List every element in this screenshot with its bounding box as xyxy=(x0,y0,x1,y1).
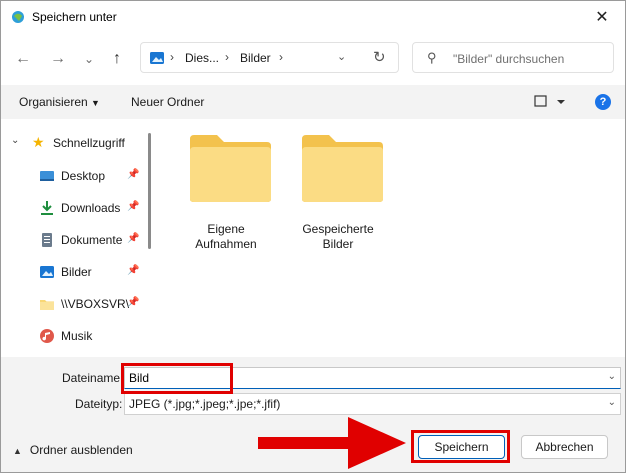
window-title: Speichern unter xyxy=(32,10,117,24)
sidebar-item-documents[interactable]: Dokumente 📌 xyxy=(1,226,151,254)
title-bar: Speichern unter ✕ xyxy=(1,1,625,33)
sidebar-item-downloads[interactable]: Downloads 📌 xyxy=(1,194,151,222)
filename-label: Dateiname: xyxy=(62,371,124,385)
folder-label-line: Aufnahmen xyxy=(195,237,257,251)
caret-down-icon: ▼ xyxy=(91,98,100,108)
help-button[interactable]: ? xyxy=(595,94,611,110)
sidebar-item-label: Musik xyxy=(61,329,93,343)
save-panel: Dateiname: ⌄ Dateityp: JPEG (*.jpg;*.jpe… xyxy=(1,357,625,472)
pin-icon: 📌 xyxy=(127,201,140,212)
pin-icon: 📌 xyxy=(127,169,140,180)
save-highlight-box xyxy=(411,430,510,463)
refresh-icon[interactable]: ↻ xyxy=(373,48,386,66)
close-button[interactable]: ✕ xyxy=(579,1,625,33)
sidebar-item-label: Downloads xyxy=(61,201,121,215)
back-button[interactable]: ← xyxy=(11,47,35,71)
chevron-down-icon[interactable]: ⌄ xyxy=(11,135,19,146)
organize-label: Organisieren xyxy=(19,95,88,109)
folder-item[interactable]: Gespeicherte Bilder xyxy=(290,133,386,263)
command-bar: Organisieren ▼ Neuer Ordner ? xyxy=(1,85,625,119)
view-options-button[interactable] xyxy=(534,95,570,112)
filetype-select[interactable]: JPEG (*.jpg;*.jpeg;*.jpe;*.jfif) ⌄ xyxy=(124,393,621,415)
hide-folders-button[interactable]: ▲ Ordner ausblenden xyxy=(13,443,133,457)
desktop-icon xyxy=(40,171,54,181)
sidebar-item-label: \\VBOXSVR\ xyxy=(61,297,130,311)
folder-label-line: Bilder xyxy=(322,237,354,251)
chevron-down-icon[interactable]: ⌄ xyxy=(337,50,346,63)
help-icon: ? xyxy=(599,96,607,108)
breadcrumb-separator: › xyxy=(170,50,174,64)
save-as-dialog: Speichern unter ✕ ← → ⌄ ↑ › Dies... › Bi… xyxy=(0,0,626,473)
sidebar-item-label: Desktop xyxy=(61,169,106,183)
chevron-down-icon: ⌄ xyxy=(607,397,616,408)
forward-button[interactable]: → xyxy=(46,47,70,71)
navigation-bar: ← → ⌄ ↑ › Dies... › Bilder › ⌄ ↻ ⚲ "Bild… xyxy=(1,33,625,85)
pin-icon: 📌 xyxy=(127,297,140,308)
new-folder-button[interactable]: Neuer Ordner xyxy=(131,95,204,109)
search-box[interactable]: ⚲ "Bilder" durchsuchen xyxy=(412,42,614,73)
app-icon xyxy=(12,11,24,23)
download-icon xyxy=(41,201,53,215)
sidebar-item-music[interactable]: Musik xyxy=(1,322,151,350)
filetype-value: JPEG (*.jpg;*.jpeg;*.jpe;*.jfif) xyxy=(129,397,281,411)
back-arrow-icon: ← xyxy=(15,50,31,67)
navigation-pane: ⌄ ★ Schnellzugriff Desktop 📌 Downloads 📌… xyxy=(1,119,158,357)
breadcrumb-pictures[interactable]: Bilder xyxy=(240,51,271,65)
file-list: Eigene Aufnahmen Gespeicherte Bilder xyxy=(158,119,625,357)
sidebar-item-desktop[interactable]: Desktop 📌 xyxy=(1,162,151,190)
folder-icon xyxy=(302,135,383,202)
sidebar-scrollbar[interactable] xyxy=(148,133,151,249)
close-icon: ✕ xyxy=(595,9,609,26)
breadcrumb-separator: › xyxy=(279,50,283,64)
recent-locations-button[interactable]: ⌄ xyxy=(77,47,101,71)
star-icon: ★ xyxy=(32,134,45,150)
quick-access-label: Schnellzugriff xyxy=(53,136,125,150)
quick-access-item[interactable]: ⌄ ★ Schnellzugriff xyxy=(1,131,151,155)
pictures-icon xyxy=(150,52,164,64)
organize-button[interactable]: Organisieren ▼ xyxy=(19,95,100,109)
folder-label-line: Gespeicherte xyxy=(302,222,374,236)
folder-icon xyxy=(190,135,271,202)
pictures-icon xyxy=(40,266,54,278)
sidebar-item-label: Dokumente xyxy=(61,233,123,247)
music-icon xyxy=(40,329,54,343)
sidebar-item-network-share[interactable]: \\VBOXSVR\ 📌 xyxy=(1,290,151,318)
folder-label: Eigene Aufnahmen xyxy=(178,222,274,252)
pin-icon: 📌 xyxy=(127,265,140,276)
sidebar-item-label: Bilder xyxy=(61,265,92,279)
sidebar-item-pictures[interactable]: Bilder 📌 xyxy=(1,258,151,286)
chevron-down-icon: ⌄ xyxy=(83,52,95,66)
address-bar[interactable]: › Dies... › Bilder › ⌄ ↻ xyxy=(140,42,399,73)
chevron-down-icon[interactable]: ⌄ xyxy=(608,371,616,382)
search-placeholder: "Bilder" durchsuchen xyxy=(453,52,565,66)
folder-label: Gespeicherte Bilder xyxy=(290,222,386,252)
document-icon xyxy=(42,233,52,247)
cancel-button[interactable]: Abbrechen xyxy=(521,435,608,459)
caret-up-icon: ▲ xyxy=(13,446,22,456)
up-arrow-icon: ↑ xyxy=(113,50,121,67)
view-icon xyxy=(534,95,565,107)
up-button[interactable]: ↑ xyxy=(105,47,129,71)
folder-label-line: Eigene xyxy=(207,222,245,236)
red-arrow-annotation xyxy=(258,417,406,469)
breadcrumb-this-pc[interactable]: Dies... xyxy=(185,51,219,65)
pin-icon: 📌 xyxy=(127,233,140,244)
search-icon: ⚲ xyxy=(427,50,437,65)
filename-highlight-box xyxy=(121,363,233,394)
breadcrumb-separator: › xyxy=(225,50,229,64)
folder-item[interactable]: Eigene Aufnahmen xyxy=(178,133,274,263)
forward-arrow-icon: → xyxy=(50,50,66,67)
hide-folders-label: Ordner ausblenden xyxy=(29,443,133,457)
filetype-label: Dateityp: xyxy=(75,397,123,411)
folder-icon xyxy=(40,300,54,310)
